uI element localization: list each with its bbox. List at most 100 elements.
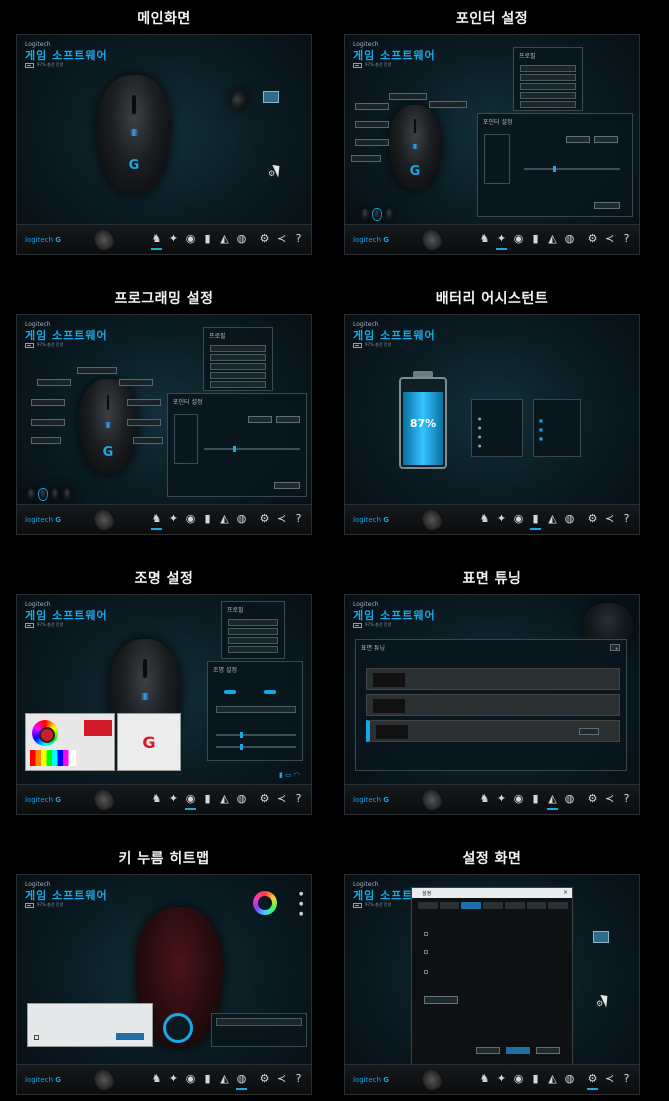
mouse-thumbnail[interactable]	[229, 88, 249, 112]
share-icon[interactable]: ≺	[603, 792, 616, 806]
surface-row[interactable]	[366, 694, 620, 716]
lighting-icon[interactable]: ◉	[512, 792, 525, 806]
button-assignment[interactable]	[355, 121, 389, 128]
pointer-settings-icon[interactable]: ✦	[167, 512, 180, 526]
profile-slot[interactable]	[210, 354, 266, 361]
button-assignment[interactable]	[31, 399, 65, 406]
mouse-arm-icon[interactable]: ♞	[478, 512, 491, 526]
heatmap-icon[interactable]: ◍	[563, 1072, 576, 1086]
heatmap-icon[interactable]: ◍	[235, 512, 248, 526]
heatmap-icon[interactable]: ◍	[563, 232, 576, 246]
help-icon[interactable]: ?	[620, 232, 633, 246]
share-icon[interactable]: ≺	[275, 1072, 288, 1086]
settings-gear-icon[interactable]: ⚙	[258, 1072, 271, 1086]
button-assignment[interactable]	[355, 103, 389, 110]
device-selector[interactable]	[419, 1066, 445, 1094]
apply-button[interactable]	[274, 482, 300, 489]
tab[interactable]	[439, 902, 460, 909]
toggle-switch[interactable]	[224, 690, 236, 694]
pointer-settings-icon[interactable]: ✦	[167, 792, 180, 806]
button-assignment[interactable]	[389, 93, 427, 100]
heatmap-icon[interactable]: ◍	[235, 232, 248, 246]
surface-row[interactable]	[366, 668, 620, 690]
button-assignment[interactable]	[429, 101, 467, 108]
checkbox[interactable]	[424, 932, 428, 936]
battery-icon[interactable]: ▮	[201, 232, 214, 246]
button-assignment[interactable]	[355, 139, 389, 146]
battery-icon[interactable]: ▮	[529, 512, 542, 530]
settings-gear-icon[interactable]: ⚙	[258, 512, 271, 526]
restore-defaults-button[interactable]	[276, 416, 300, 423]
share-icon[interactable]: ≺	[275, 792, 288, 806]
lighting-icon[interactable]: ◉	[512, 512, 525, 526]
profile-mouse-icon[interactable]	[27, 489, 35, 500]
button-assignment[interactable]	[31, 437, 61, 444]
lighting-icon[interactable]: ◉	[184, 1072, 197, 1086]
help-icon[interactable]: ?	[292, 512, 305, 526]
help-icon[interactable]: ?	[292, 1072, 305, 1086]
mouse-arm-icon[interactable]: ♞	[478, 232, 491, 246]
settings-gear-icon[interactable]: ⚙	[586, 1072, 599, 1090]
dpi-slider[interactable]	[524, 166, 620, 172]
tab[interactable]	[548, 902, 569, 909]
heatmap-icon[interactable]: ◍	[563, 792, 576, 806]
button-assignment[interactable]	[127, 419, 161, 426]
profile-slot[interactable]	[228, 619, 278, 626]
device-selector[interactable]	[91, 1066, 117, 1094]
ok-button[interactable]	[476, 1047, 500, 1054]
share-icon[interactable]: ≺	[275, 512, 288, 526]
settings-gear-icon[interactable]: ⚙	[258, 792, 271, 806]
mouse-arm-icon[interactable]: ♞	[150, 1072, 163, 1086]
surface-tuning-icon[interactable]: ◭	[218, 792, 231, 806]
button-assignment[interactable]	[31, 419, 65, 426]
button-assignment[interactable]	[127, 399, 161, 406]
profile-slot[interactable]	[520, 65, 576, 72]
option-item[interactable]: ●	[478, 434, 516, 439]
battery-icon[interactable]: ▮	[201, 1072, 214, 1086]
help-icon[interactable]: ?	[292, 792, 305, 806]
toggle-switch[interactable]	[264, 690, 276, 694]
battery-icon[interactable]: ▮	[529, 232, 542, 246]
device-selector[interactable]	[419, 506, 445, 534]
dpi-action-button[interactable]	[566, 136, 590, 143]
profile-slot[interactable]	[210, 381, 266, 388]
effect-dropdown[interactable]	[216, 706, 296, 713]
profile-mouse-icon[interactable]	[51, 489, 59, 500]
heatmap-icon[interactable]: ◍	[235, 792, 248, 806]
profile-mouse-icon[interactable]	[63, 489, 71, 500]
dpi-list[interactable]	[174, 414, 198, 464]
device-selector[interactable]	[419, 786, 445, 814]
surface-tuning-icon[interactable]: ◭	[546, 512, 559, 526]
button-assignment[interactable]	[133, 437, 163, 444]
profile-slot[interactable]	[228, 637, 278, 644]
add-surface-button[interactable]: +	[610, 644, 620, 651]
pointer-settings-icon[interactable]: ✦	[495, 792, 508, 806]
cancel-button[interactable]	[536, 1047, 560, 1054]
surface-tuning-icon[interactable]: ◭	[218, 232, 231, 246]
profile-mouse-icon[interactable]	[385, 209, 393, 220]
tab[interactable]	[526, 902, 547, 909]
settings-action-button[interactable]	[424, 996, 458, 1004]
settings-gear-icon[interactable]: ⚙	[586, 512, 599, 526]
profile-mouse-icon[interactable]	[373, 209, 381, 220]
help-icon[interactable]: ?	[620, 792, 633, 806]
mouse-arm-icon[interactable]: ♞	[478, 1072, 491, 1086]
dpi-list[interactable]	[484, 134, 510, 184]
mouse-image[interactable]: G	[389, 105, 441, 189]
device-selector[interactable]	[419, 226, 445, 254]
color-wheel[interactable]	[32, 720, 58, 746]
battery-icon[interactable]: ▮	[201, 512, 214, 526]
device-selector[interactable]	[91, 786, 117, 814]
profile-slot[interactable]	[520, 74, 576, 81]
option-item[interactable]: ●	[478, 443, 516, 448]
mouse-image[interactable]: G	[79, 379, 137, 473]
tab[interactable]	[483, 902, 503, 909]
profile-mouse-icon[interactable]	[361, 209, 369, 220]
brightness-slider[interactable]	[216, 732, 296, 738]
close-icon[interactable]: ×	[563, 889, 568, 896]
surface-row-selected[interactable]	[366, 720, 620, 742]
share-icon[interactable]: ≺	[275, 232, 288, 246]
lighting-icon[interactable]: ◉	[184, 232, 197, 246]
button-assignment[interactable]	[77, 367, 117, 374]
pointer-settings-icon[interactable]: ✦	[495, 232, 508, 250]
